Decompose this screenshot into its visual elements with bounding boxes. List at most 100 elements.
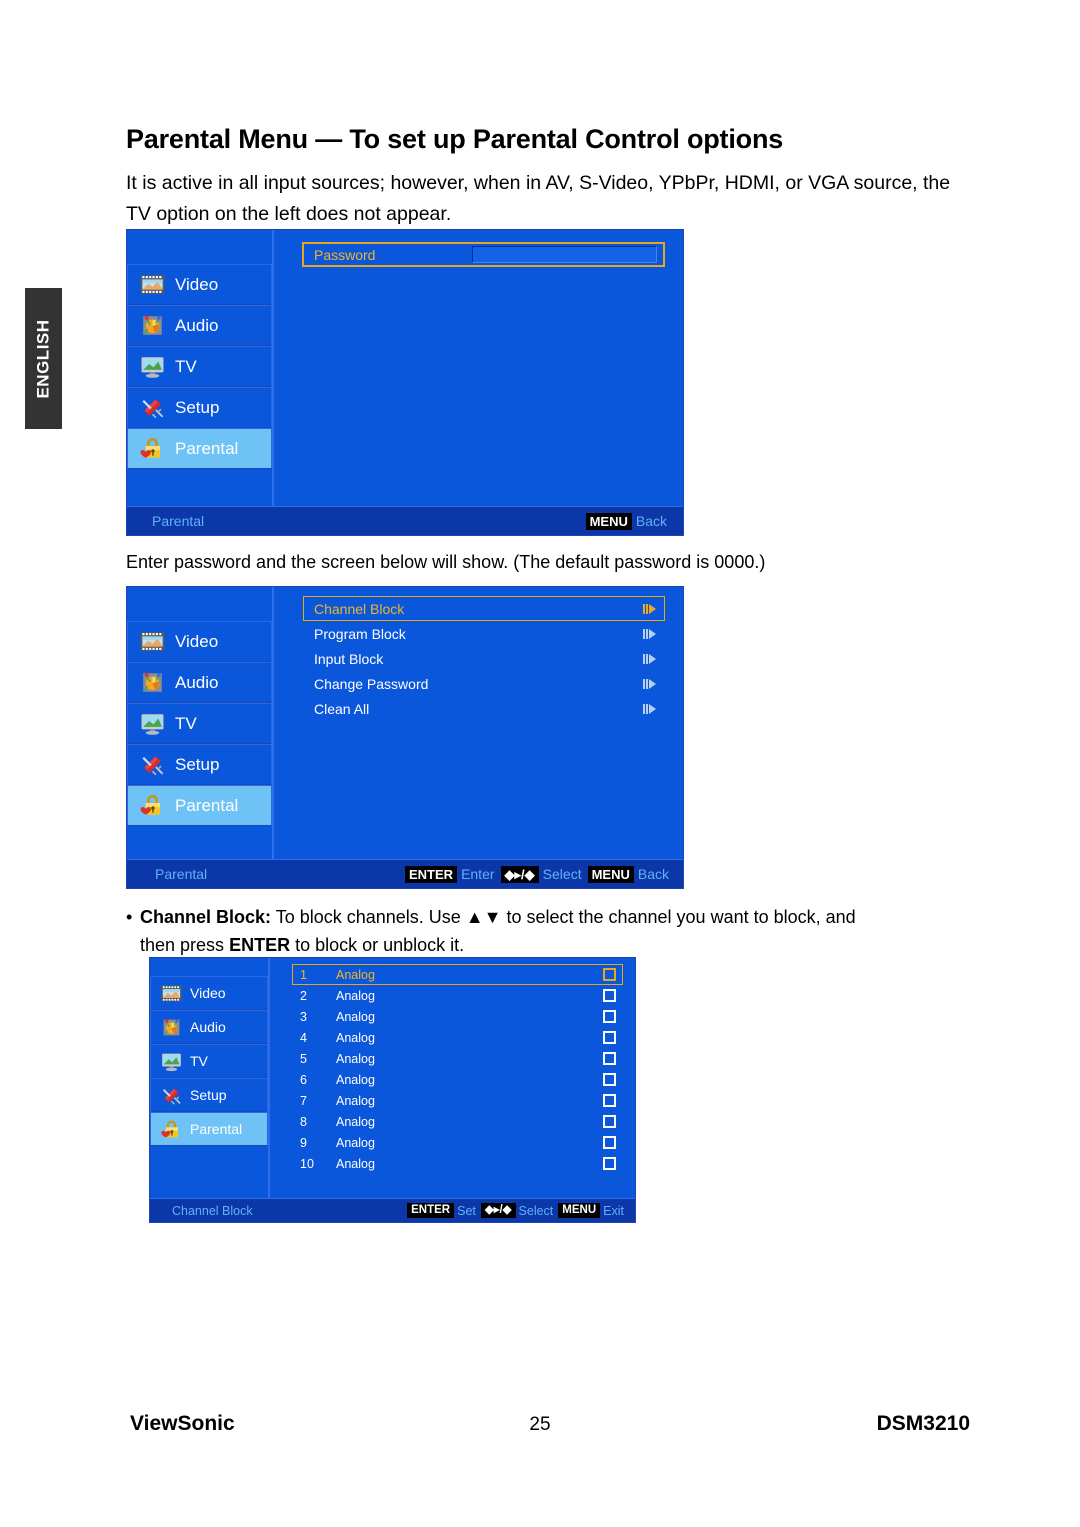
channel-row[interactable]: 6 Analog (292, 1069, 623, 1090)
enter-key-action: Enter (461, 866, 495, 882)
channel-number: 3 (300, 1009, 307, 1024)
channel-name: Analog (336, 1093, 375, 1108)
speaker-icon (139, 669, 166, 696)
channel-block-checkbox[interactable] (603, 1052, 616, 1065)
channel-name: Analog (336, 1009, 375, 1024)
channel-block-checkbox[interactable] (603, 1115, 616, 1128)
osd-status-bar: Parental MENU Back (127, 506, 683, 535)
channel-row[interactable]: 5 Analog (292, 1048, 623, 1069)
channel-name: Analog (336, 988, 375, 1003)
dpad-key-chip: ◆▸/◆ (480, 1203, 516, 1218)
channel-block-checkbox[interactable] (603, 1136, 616, 1149)
sidebar-item-label: Setup (175, 397, 220, 417)
sidebar-item-label: Audio (175, 315, 219, 335)
menu-row-input-block[interactable]: Input Block (303, 646, 665, 671)
language-side-tab: ENGLISH (25, 288, 62, 429)
sidebar-item-label: Audio (190, 1019, 226, 1035)
menu-row-label: Input Block (314, 650, 384, 667)
sidebar-item-audio[interactable]: Audio (127, 662, 272, 703)
sidebar-item-tv[interactable]: TV (127, 346, 272, 387)
menu-key-action: Exit (603, 1203, 624, 1218)
channel-row[interactable]: 2 Analog (292, 985, 623, 1006)
toolknife-icon (139, 751, 166, 778)
submenu-arrow-icon (643, 678, 656, 689)
channel-block-checkbox[interactable] (603, 1010, 616, 1023)
menu-row-clean-all[interactable]: Clean All (303, 696, 665, 721)
channel-block-checkbox[interactable] (603, 1157, 616, 1170)
channel-number: 2 (300, 988, 307, 1003)
sidebar-item-video[interactable]: Video (127, 264, 272, 305)
channel-block-line1: To block channels. Use ▲▼ to select the … (271, 907, 856, 927)
channel-row[interactable]: 4 Analog (292, 1027, 623, 1048)
sidebar-item-setup[interactable]: Setup (127, 744, 272, 785)
sidebar-item-label: TV (190, 1053, 208, 1069)
channel-row[interactable]: 1 Analog (292, 964, 623, 985)
language-side-tab-label: ENGLISH (33, 318, 53, 399)
channel-row[interactable]: 3 Analog (292, 1006, 623, 1027)
enter-keyword: ENTER (229, 935, 291, 955)
sidebar-item-video[interactable]: Video (127, 621, 272, 662)
channel-block-checkbox[interactable] (603, 1073, 616, 1086)
dpad-key-action: Select (542, 866, 582, 882)
speaker-icon (139, 312, 166, 339)
password-input[interactable] (472, 246, 657, 263)
film-strip-icon (139, 628, 166, 655)
dpad-key-action: Select (518, 1203, 554, 1218)
channel-row[interactable]: 10 Analog (292, 1153, 623, 1174)
status-caption: Parental (152, 513, 205, 529)
sidebar-item-tv[interactable]: TV (150, 1044, 268, 1078)
enter-key-chip: ENTER (407, 1203, 455, 1218)
password-label: Password (314, 246, 376, 263)
sidebar-item-setup[interactable]: Setup (150, 1078, 268, 1112)
osd-content-password: Password (274, 230, 683, 506)
channel-name: Analog (336, 1156, 375, 1171)
submenu-arrow-icon (643, 653, 656, 664)
sidebar-item-parental[interactable]: Parental (150, 1112, 268, 1146)
channel-name: Analog (336, 1135, 375, 1150)
osd-password-screen: Video Audio TV Setup Parental Password P… (126, 229, 684, 536)
film-strip-icon (160, 982, 183, 1005)
sidebar-item-label: Video (175, 274, 219, 294)
channel-row[interactable]: 8 Analog (292, 1111, 623, 1132)
line2-prefix: then press (140, 935, 230, 955)
osd-sidebar: Video Audio TV Setup Parental (127, 230, 274, 506)
menu-row-program-block[interactable]: Program Block (303, 621, 665, 646)
menu-key-action: Back (637, 866, 669, 882)
sidebar-item-setup[interactable]: Setup (127, 387, 272, 428)
osd-parental-menu-screen: Video Audio TV Setup Parental Channel Bl… (126, 586, 684, 889)
menu-row-change-password[interactable]: Change Password (303, 671, 665, 696)
sidebar-item-label: Audio (175, 672, 219, 692)
channel-block-description: • Channel Block: To block channels. Use ▲… (126, 903, 986, 959)
sidebar-item-label: TV (175, 356, 197, 376)
channel-number: 1 (300, 967, 307, 982)
channel-row[interactable]: 9 Analog (292, 1132, 623, 1153)
channel-block-checkbox[interactable] (603, 1094, 616, 1107)
padlock-heart-icon (160, 1118, 183, 1141)
sidebar-item-parental[interactable]: Parental (127, 785, 272, 826)
channel-block-checkbox[interactable] (603, 968, 616, 981)
osd-content-channel-list: 1 Analog 2 Analog 3 Analog 4 Analog 5 An… (270, 958, 635, 1198)
channel-block-term: Channel Block: (140, 907, 272, 927)
channel-row[interactable]: 7 Analog (292, 1090, 623, 1111)
sidebar-item-audio[interactable]: Audio (127, 305, 272, 346)
sidebar-item-video[interactable]: Video (150, 976, 268, 1010)
sidebar-item-audio[interactable]: Audio (150, 1010, 268, 1044)
sidebar-item-tv[interactable]: TV (127, 703, 272, 744)
osd-sidebar: Video Audio TV Setup Parental (150, 958, 270, 1198)
toolknife-icon (160, 1084, 183, 1107)
menu-key-action: Back (635, 513, 667, 529)
model-number: DSM3210 (876, 1412, 970, 1435)
channel-block-line2: then press ENTER to block or unblock it. (126, 931, 986, 959)
status-caption: Channel Block (172, 1203, 253, 1218)
osd-body: Video Audio (150, 958, 635, 1198)
menu-key-chip: MENU (585, 512, 632, 530)
osd-content-parental-list: Channel Block Program Block Input Block … (274, 587, 683, 859)
channel-number: 10 (300, 1156, 314, 1171)
menu-row-channel-block[interactable]: Channel Block (303, 596, 665, 621)
sidebar-item-parental[interactable]: Parental (127, 428, 272, 469)
osd-status-bar: Parental ENTER Enter ◆▸/◆ Select MENU Ba… (127, 859, 683, 888)
channel-block-checkbox[interactable] (603, 1031, 616, 1044)
password-field-row[interactable]: Password (302, 242, 665, 267)
channel-block-checkbox[interactable] (603, 989, 616, 1002)
sidebar-top-spacer (127, 587, 272, 621)
